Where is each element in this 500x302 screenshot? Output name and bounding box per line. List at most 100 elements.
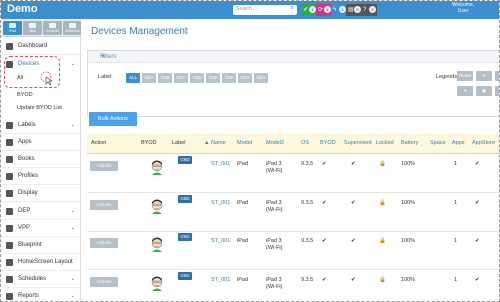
sidebar-subitem-all[interactable]: All bbox=[17, 75, 23, 81]
check-notification-button[interactable]: ✔ 1 bbox=[301, 4, 317, 16]
cell-name[interactable]: ST_001 bbox=[211, 200, 230, 206]
row-actions-button[interactable]: Actions bbox=[90, 161, 118, 171]
column-header-byod2[interactable]: BYOD bbox=[320, 140, 336, 146]
column-header-supervised[interactable]: Supervised bbox=[344, 140, 372, 146]
legend-button[interactable]: ▣ bbox=[476, 86, 492, 96]
sidebar-item-label: Books bbox=[18, 156, 35, 163]
label-chip-g6h[interactable]: G6H bbox=[254, 73, 268, 83]
platform-ipad-button[interactable]: iPad bbox=[3, 21, 22, 35]
column-header-locked[interactable]: Locked bbox=[376, 140, 394, 146]
legend-button[interactable]: ➜ bbox=[457, 86, 473, 96]
label-chip-g6b[interactable]: G6B bbox=[158, 73, 172, 83]
refresh-notification-button[interactable]: ⟳ 4 bbox=[316, 4, 332, 16]
search-input[interactable]: Search ... ⌕ bbox=[233, 5, 297, 15]
platform-label: Mac bbox=[29, 29, 36, 33]
column-header-name[interactable]: ▲ Name bbox=[204, 140, 226, 146]
label-chip-g6e[interactable]: G6E bbox=[206, 73, 220, 83]
cell-appstore: ✔ bbox=[475, 276, 480, 283]
main-content: Devices Management ▼ Filters Label ALL G6… bbox=[81, 19, 499, 301]
filters-header[interactable]: ▼ Filters bbox=[88, 51, 499, 63]
label-tag[interactable]: G6D bbox=[178, 156, 192, 164]
sidebar-item-vpp[interactable]: VPP ⌄ bbox=[1, 220, 81, 237]
sidebar-item-label: Devices bbox=[18, 61, 40, 67]
avatar bbox=[151, 160, 163, 175]
search-icon[interactable]: ⌕ bbox=[291, 5, 294, 12]
label-chip-g6f[interactable]: G6F bbox=[222, 73, 236, 83]
sidebar-subitem-byod[interactable]: BYOD bbox=[17, 92, 33, 98]
platform-mac-button[interactable]: Mac bbox=[23, 21, 42, 35]
column-header-os[interactable]: OS bbox=[301, 140, 309, 146]
label-chip-g6a[interactable]: G6A bbox=[142, 73, 156, 83]
layout-icon bbox=[6, 258, 13, 266]
cell-locked: 🔒 bbox=[379, 161, 386, 167]
legend-button[interactable]: Reset bbox=[457, 71, 473, 81]
sidebar-item-display[interactable]: Display bbox=[1, 185, 81, 203]
label-chip-all[interactable]: ALL bbox=[126, 73, 140, 83]
column-header-model[interactable]: Model bbox=[237, 140, 252, 146]
legend-button[interactable]: ✔ bbox=[476, 71, 492, 81]
label-tag[interactable]: G6D bbox=[178, 233, 192, 241]
platform-label: iPad bbox=[8, 29, 16, 33]
cell-name[interactable]: ST_001 bbox=[211, 238, 230, 244]
sidebar-item-labels[interactable]: Labels ⌄ bbox=[1, 117, 81, 134]
column-header-label[interactable]: Label bbox=[172, 140, 185, 146]
sidebar-item-books[interactable]: Books bbox=[1, 151, 81, 169]
cell-name[interactable]: ST_001 bbox=[211, 277, 230, 283]
column-header-appstore[interactable]: AppStore bbox=[472, 140, 495, 146]
sidebar-item-apps[interactable]: Apps bbox=[1, 134, 81, 152]
label-chip-g6g[interactable]: G6G bbox=[238, 73, 252, 83]
cell-name[interactable]: ST_001 bbox=[211, 161, 230, 167]
sidebar-item-blueprint[interactable]: Blueprint bbox=[1, 237, 81, 254]
notification-count: 0 bbox=[354, 6, 361, 13]
label-tag[interactable]: G6D bbox=[178, 194, 192, 203]
help-notification-button[interactable]: ? 0 bbox=[361, 4, 377, 16]
bolt-notification-button[interactable]: ϟ1 bbox=[331, 4, 347, 16]
user-menu[interactable]: Welcome, User bbox=[433, 2, 493, 14]
cell-appstore: ✔ bbox=[475, 199, 480, 206]
sidebar-item-reports[interactable]: Reports ⌄ bbox=[1, 288, 81, 301]
profile-icon bbox=[6, 173, 13, 181]
cell-supervised: ✔ bbox=[351, 276, 356, 283]
column-header-apps[interactable]: Apps bbox=[452, 140, 465, 146]
sidebar-item-dep[interactable]: DEP ⌄ bbox=[1, 203, 81, 220]
row-actions-button[interactable]: Actions bbox=[90, 276, 118, 287]
legend-button[interactable]: ⟳ bbox=[495, 86, 499, 96]
label-tag[interactable]: G6D bbox=[178, 271, 192, 280]
dashboard-icon bbox=[6, 43, 13, 50]
bulk-actions-button[interactable]: Bulk Actions bbox=[89, 112, 137, 126]
sidebar-item-label: Profiles bbox=[18, 173, 39, 180]
cell-os: 9.3.5 bbox=[301, 199, 314, 206]
sidebar-item-label: Labels bbox=[18, 122, 36, 128]
platform-label: Windows bbox=[65, 29, 80, 33]
platform-android-button[interactable]: Android bbox=[43, 21, 62, 35]
inbox-notification-button[interactable]: ▤ 0 bbox=[346, 4, 362, 16]
android-icon bbox=[49, 23, 56, 28]
sidebar-subitem-update-byod[interactable]: Update BYOD List bbox=[17, 105, 62, 111]
column-header-space[interactable]: Space bbox=[430, 140, 446, 146]
sidebar-item-dashboard[interactable]: Dashboard bbox=[1, 38, 81, 55]
cell-model: iPad bbox=[237, 161, 249, 167]
cell-model2: iPad 3 bbox=[266, 161, 282, 167]
sort-up-icon: ▲ bbox=[204, 140, 210, 146]
column-header-model2[interactable]: Model2 bbox=[266, 140, 284, 146]
sidebar-item-homescreen-layout[interactable]: HomeScreen Layout bbox=[1, 254, 81, 271]
cell-appstore: ✔ bbox=[475, 161, 480, 167]
sidebar-item-profiles[interactable]: Profiles bbox=[1, 168, 81, 186]
legend-button[interactable]: ✎ bbox=[495, 71, 499, 81]
label-chip-g6c[interactable]: G6C bbox=[174, 73, 188, 83]
cell-model: iPad bbox=[237, 199, 249, 206]
platform-windows-button[interactable]: Windows bbox=[63, 21, 82, 35]
label-chip-g6d[interactable]: G6D bbox=[190, 73, 204, 83]
chevron-down-icon: ⌄ bbox=[70, 224, 75, 231]
cell-os: 9.3.5 bbox=[301, 161, 314, 167]
refresh-icon: ⟳ bbox=[318, 7, 324, 13]
windows-icon bbox=[69, 23, 76, 28]
row-actions-button[interactable]: Actions bbox=[90, 238, 118, 248]
column-header-byod[interactable]: BYOD bbox=[141, 140, 157, 146]
row-actions-button[interactable]: Actions bbox=[90, 199, 118, 210]
sidebar-item-schedules[interactable]: Schedules ⌄ bbox=[1, 271, 81, 288]
column-header-battery[interactable]: Battery bbox=[401, 140, 418, 146]
column-header-action[interactable]: Action bbox=[91, 140, 106, 146]
cell-apps: 1 bbox=[454, 161, 458, 167]
cell-byod: ✔ bbox=[322, 199, 327, 206]
